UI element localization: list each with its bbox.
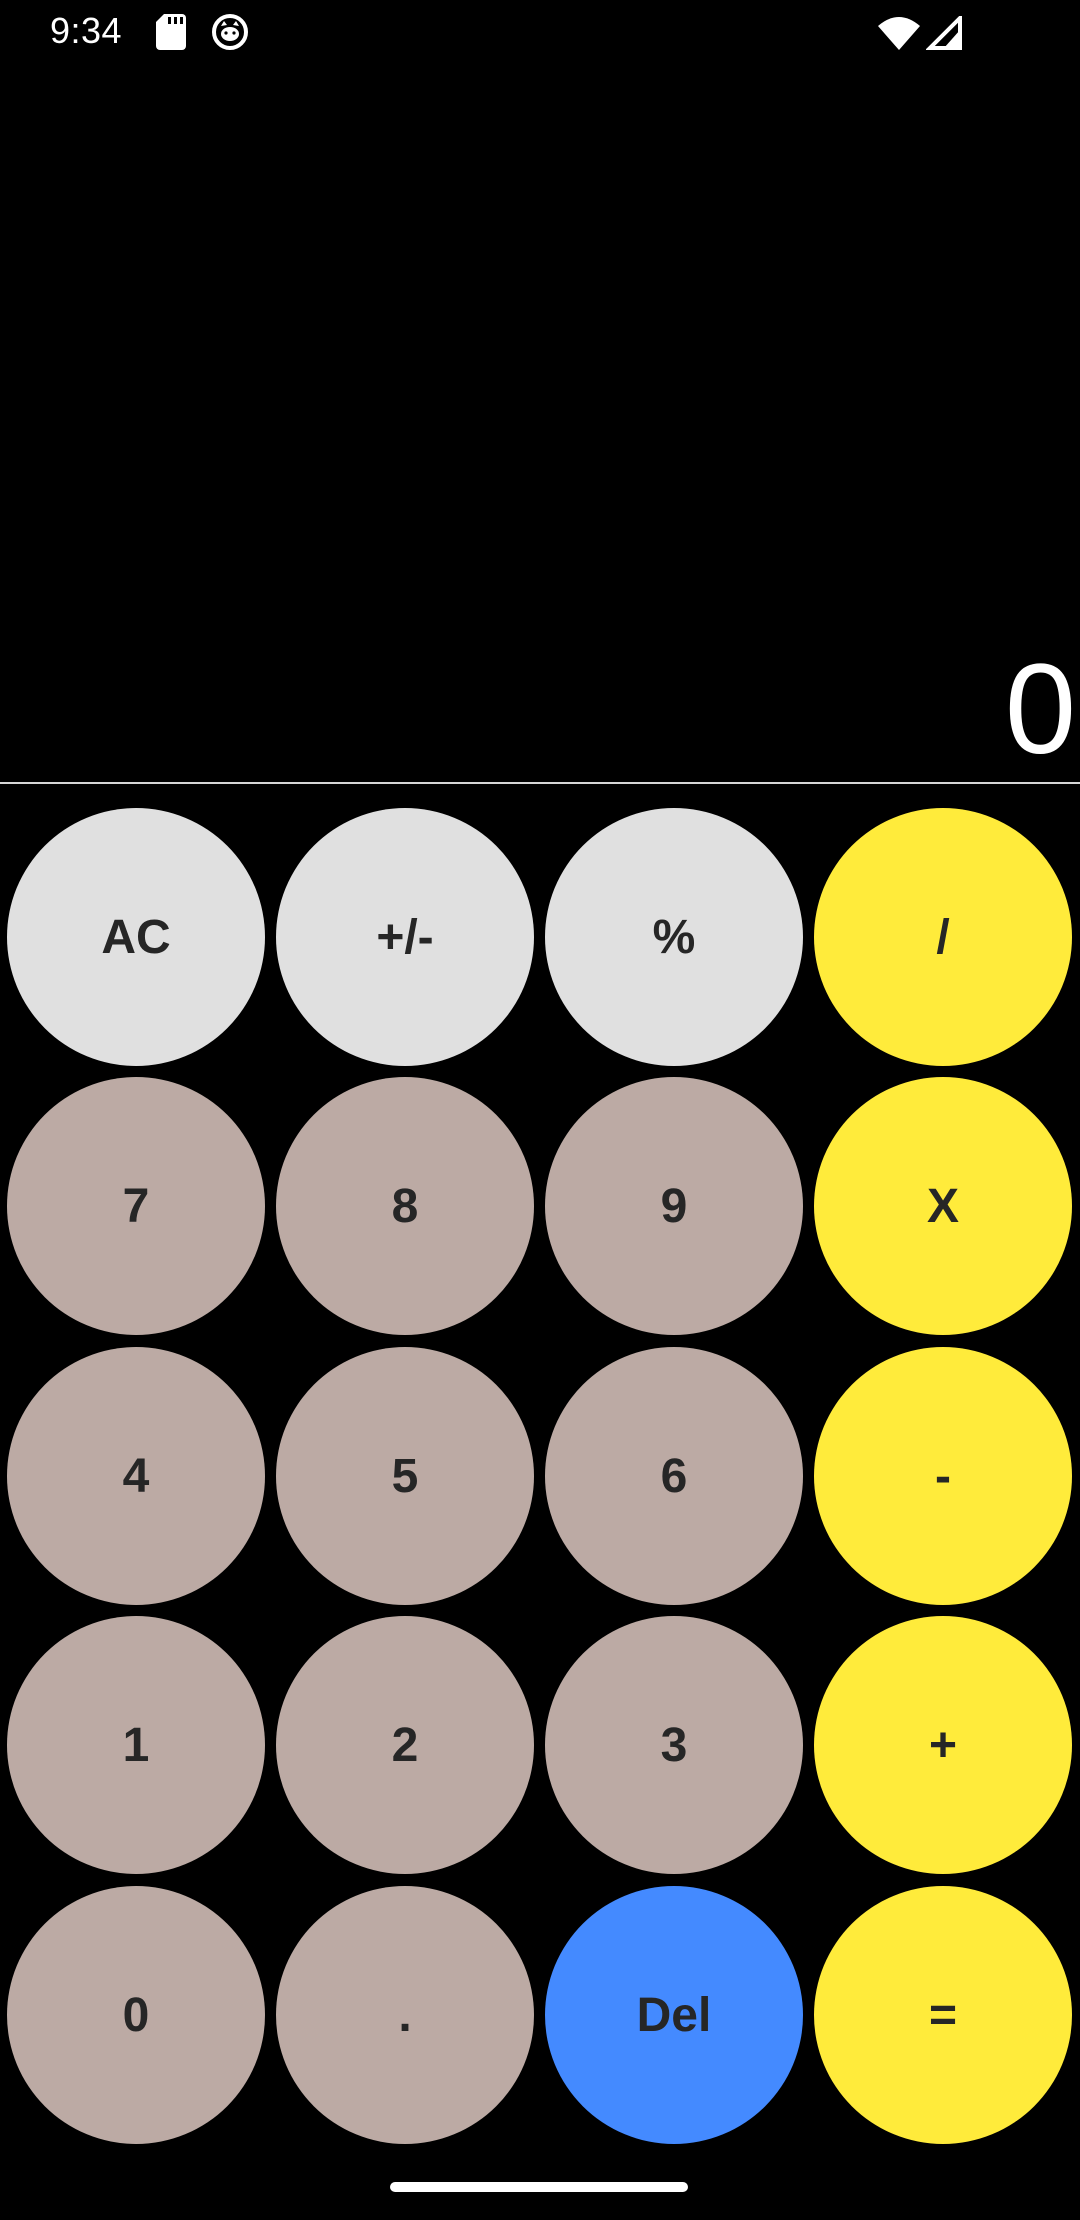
delete-button[interactable]: Del (545, 1886, 803, 2144)
digit-7-button[interactable]: 7 (7, 1077, 265, 1335)
status-time: 9:34 (50, 10, 123, 51)
digit-3-button[interactable]: 3 (545, 1616, 803, 1874)
digit-2-button[interactable]: 2 (276, 1616, 534, 1874)
wifi-icon (878, 16, 920, 55)
toggle-sign-button[interactable]: +/- (276, 808, 534, 1066)
sd-card-icon (156, 14, 186, 55)
calculator-display: 0 (0, 66, 1080, 782)
status-bar: 9:34 (0, 0, 1080, 66)
divide-button[interactable]: / (814, 808, 1072, 1066)
cat-face-icon (212, 14, 248, 55)
percent-button[interactable]: % (545, 808, 803, 1066)
decimal-point-button[interactable]: . (276, 1886, 534, 2144)
gesture-nav-handle[interactable] (390, 2182, 688, 2192)
cell-signal-icon (925, 13, 962, 55)
digit-5-button[interactable]: 5 (276, 1347, 534, 1605)
digit-9-button[interactable]: 9 (545, 1077, 803, 1335)
digit-8-button[interactable]: 8 (276, 1077, 534, 1335)
display-divider (0, 782, 1080, 784)
digit-4-button[interactable]: 4 (7, 1347, 265, 1605)
digit-6-button[interactable]: 6 (545, 1347, 803, 1605)
digit-0-button[interactable]: 0 (7, 1886, 265, 2144)
all-clear-button[interactable]: AC (7, 808, 265, 1066)
display-value: 0 (1004, 638, 1076, 781)
subtract-button[interactable]: - (814, 1347, 1072, 1605)
keypad: AC +/- % / 7 8 9 X 4 5 6 - 1 2 3 + 0 . D… (0, 808, 1080, 2156)
multiply-button[interactable]: X (814, 1077, 1072, 1335)
digit-1-button[interactable]: 1 (7, 1616, 265, 1874)
equals-button[interactable]: = (814, 1886, 1072, 2144)
add-button[interactable]: + (814, 1616, 1072, 1874)
